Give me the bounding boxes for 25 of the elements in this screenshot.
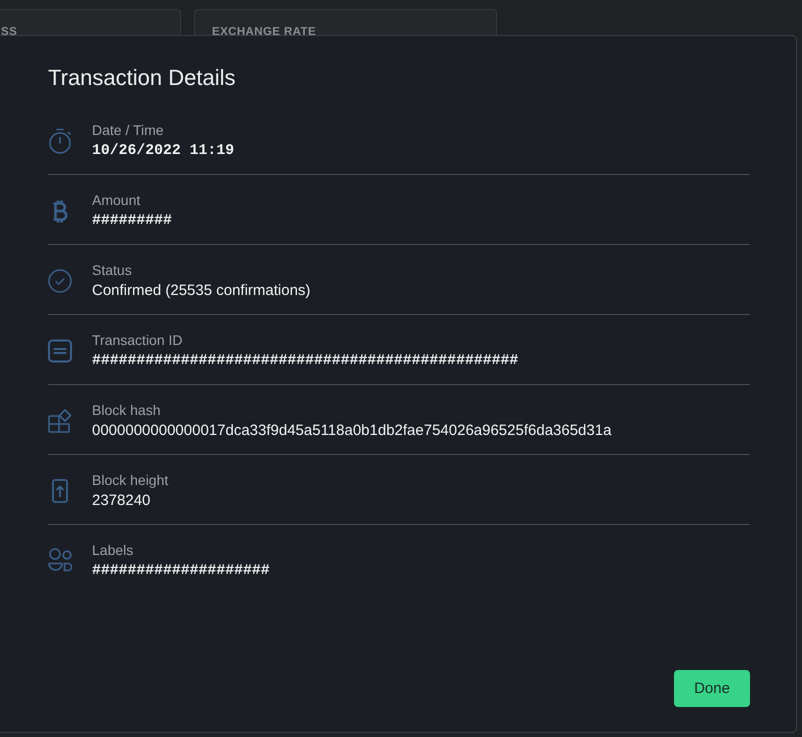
field-label: Amount <box>92 191 140 209</box>
field-value: 0000000000000017dca33f9d45a5118a0b1db2fae754026a96525f6da365d31a <box>92 421 612 441</box>
field-value: ################################################ <box>92 352 518 371</box>
field-value: 2378240 <box>92 491 150 511</box>
card-label: EXCHANGE RATE <box>212 25 318 35</box>
field-label: Block height <box>92 471 168 489</box>
up-arrow-box-icon <box>52 479 68 503</box>
field-label: Labels <box>92 541 134 559</box>
field-value: 10/26/2022 11:19 <box>92 142 234 161</box>
field-label: Block hash <box>92 401 160 419</box>
blocks-icon <box>48 409 72 433</box>
card-label: SS <box>1 25 18 35</box>
check-circle-icon <box>48 269 72 293</box>
bitcoin-icon <box>52 200 68 222</box>
done-button[interactable]: Done <box>674 670 750 707</box>
stopwatch-icon <box>48 128 72 154</box>
field-value: #################### <box>92 562 270 581</box>
field-value: ######### <box>92 212 172 231</box>
field-label: Date / Time <box>92 121 164 139</box>
field-value: Confirmed (25535 confirmations) <box>92 281 310 301</box>
field-label: Transaction ID <box>92 331 183 349</box>
shapes-icon <box>48 548 72 574</box>
list-box-icon <box>48 339 72 363</box>
field-label: Status <box>92 261 132 279</box>
dialog-title: Transaction Details <box>48 64 236 92</box>
